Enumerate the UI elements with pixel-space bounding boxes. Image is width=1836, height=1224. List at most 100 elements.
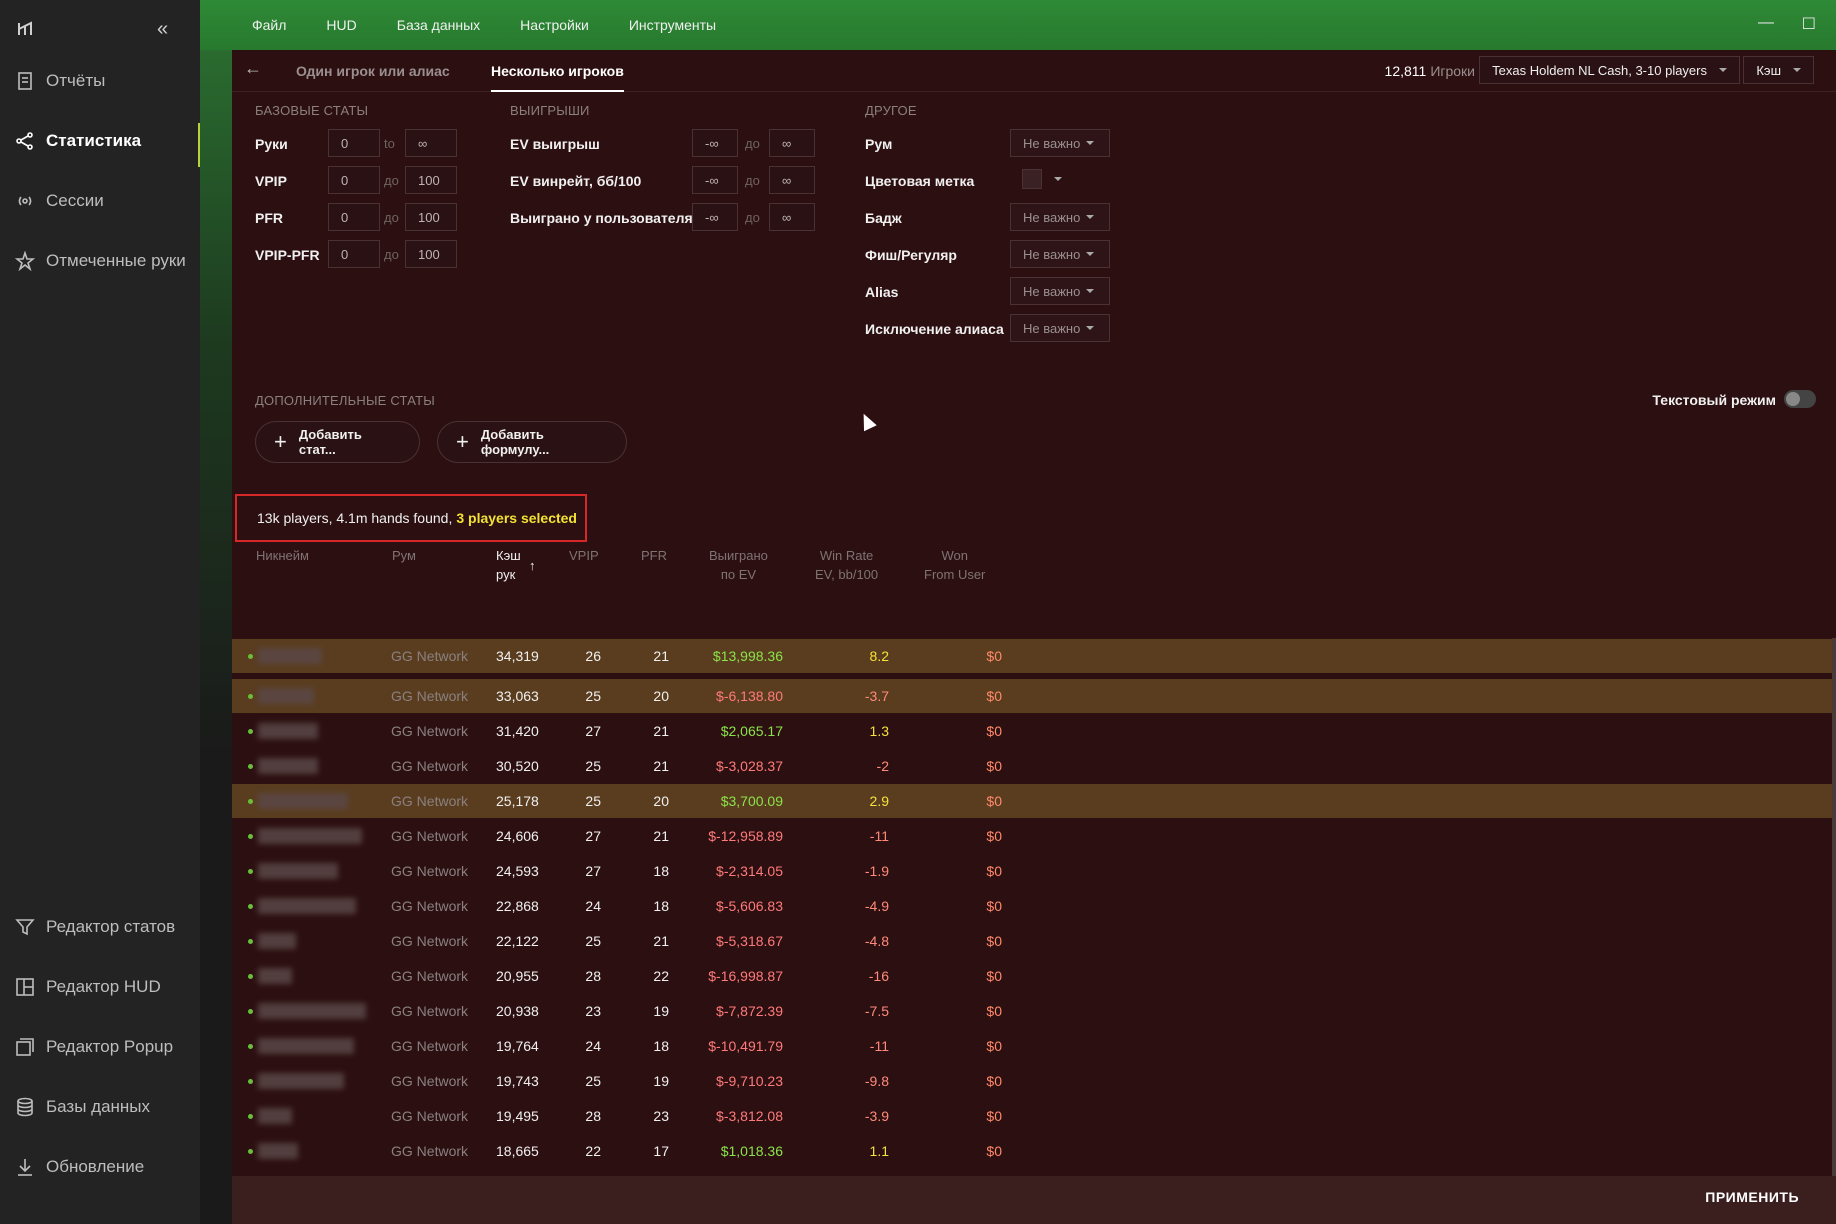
filter-ev-won-from[interactable]: -∞ bbox=[692, 129, 738, 157]
filter-ev-won-to[interactable]: ∞ bbox=[769, 129, 815, 157]
sidebar-item-sessions[interactable]: Сессии bbox=[0, 179, 200, 223]
results-count: 13k players, 4.1m hands found, bbox=[257, 510, 453, 526]
back-arrow-icon[interactable]: ← bbox=[244, 58, 262, 79]
table-row[interactable]: GG Network 25,178 25 20 $3,700.09 2.9 $0 bbox=[232, 784, 1836, 818]
menu-settings[interactable]: Настройки bbox=[520, 17, 589, 33]
table-row[interactable]: GG Network 19,495 28 23 $-3,812.08 -3.9 $0 bbox=[232, 1099, 1836, 1133]
sidebar-item-label: Редактор статов bbox=[46, 917, 176, 936]
mouse-cursor-icon bbox=[857, 410, 877, 432]
cell-won-ev: $2,065.17 bbox=[720, 723, 783, 739]
add-formula-button[interactable]: + Добавить формулу... bbox=[437, 421, 627, 463]
alias-dropdown[interactable]: Не важно bbox=[1010, 277, 1110, 305]
cell-won-from-user: $0 bbox=[986, 828, 1002, 844]
sidebar-item-update[interactable]: Обновление bbox=[0, 1145, 200, 1189]
filter-vpip-to[interactable]: 100 bbox=[405, 166, 457, 194]
filter-label-ev-won: EV выигрыш bbox=[510, 136, 600, 152]
marked-hands-icon bbox=[14, 250, 36, 272]
sidebar-item-hud-editor[interactable]: Редактор HUD bbox=[0, 965, 200, 1009]
cell-won-from-user: $0 bbox=[986, 1003, 1002, 1019]
col-won-ev[interactable]: Выиграно по EV bbox=[709, 546, 768, 584]
menu-file[interactable]: Файл bbox=[252, 17, 286, 33]
blurred-nickname bbox=[258, 933, 296, 949]
cell-hands: 19,495 bbox=[496, 1108, 539, 1124]
table-row[interactable]: GG Network 20,938 23 19 $-7,872.39 -7.5 $0 bbox=[232, 994, 1836, 1028]
table-row[interactable]: GG Network 34,319 26 21 $13,998.36 8.2 $0 bbox=[232, 639, 1836, 673]
col-nickname[interactable]: Никнейм bbox=[256, 546, 309, 565]
filter-vpip-pfr-from[interactable]: 0 bbox=[328, 240, 380, 268]
add-stat-button[interactable]: + Добавить стат... bbox=[255, 421, 420, 463]
fish-reg-dropdown[interactable]: Не важно bbox=[1010, 240, 1110, 268]
results-summary: 13k players, 4.1m hands found, 3 players … bbox=[235, 494, 587, 542]
cell-vpip: 27 bbox=[585, 863, 601, 879]
cell-won-ev: $-16,998.87 bbox=[708, 968, 783, 984]
chevron-down-icon[interactable] bbox=[1054, 177, 1062, 181]
cell-vpip: 27 bbox=[585, 723, 601, 739]
badge-dropdown[interactable]: Не важно bbox=[1010, 203, 1110, 231]
minimize-icon[interactable]: — bbox=[1758, 14, 1774, 32]
game-type-select[interactable]: Texas Holdem NL Cash, 3-10 players bbox=[1479, 56, 1740, 84]
sidebar-item-marked-hands[interactable]: Отмеченные руки bbox=[0, 239, 200, 283]
col-room[interactable]: Рум bbox=[392, 546, 416, 565]
color-mark-swatch[interactable] bbox=[1022, 169, 1042, 189]
filter-hands-from[interactable]: 0 bbox=[328, 129, 380, 157]
col-won-from-user[interactable]: Won From User bbox=[924, 546, 985, 584]
table-row[interactable]: GG Network 31,420 27 21 $2,065.17 1.3 $0 bbox=[232, 714, 1836, 748]
filter-pfr-from[interactable]: 0 bbox=[328, 203, 380, 231]
cell-hands: 19,743 bbox=[496, 1073, 539, 1089]
cell-won-from-user: $0 bbox=[986, 688, 1002, 704]
cell-winrate: -4.9 bbox=[864, 898, 889, 914]
online-status-icon bbox=[248, 694, 253, 699]
table-row[interactable]: GG Network 22,868 24 18 $-5,606.83 -4.9 $0 bbox=[232, 889, 1836, 923]
sidebar-item-label: Отчёты bbox=[46, 71, 106, 90]
room-dropdown[interactable]: Не важно bbox=[1010, 129, 1110, 157]
col-cash-hands[interactable]: Кэш рук ↑ bbox=[496, 546, 536, 584]
col-pfr[interactable]: PFR bbox=[641, 546, 667, 565]
alias-exclusion-dropdown[interactable]: Не важно bbox=[1010, 314, 1110, 342]
tab-single-player[interactable]: Один игрок или алиас bbox=[296, 63, 450, 79]
table-row[interactable]: GG Network 24,593 27 18 $-2,314.05 -1.9 $0 bbox=[232, 854, 1836, 888]
sidebar-item-statistics[interactable]: Статистика bbox=[0, 119, 200, 167]
cell-winrate: 2.9 bbox=[869, 793, 889, 809]
menu-tools[interactable]: Инструменты bbox=[629, 17, 716, 33]
sidebar-item-databases[interactable]: Базы данных bbox=[0, 1085, 200, 1129]
filter-vpip-pfr-to[interactable]: 100 bbox=[405, 240, 457, 268]
cell-pfr: 21 bbox=[653, 933, 669, 949]
sidebar-item-reports[interactable]: Отчёты bbox=[0, 59, 200, 103]
collapse-sidebar-icon[interactable]: « bbox=[157, 18, 168, 41]
table-row[interactable]: GG Network 19,743 25 19 $-9,710.23 -9.8 $0 bbox=[232, 1064, 1836, 1098]
filter-vpip-from[interactable]: 0 bbox=[328, 166, 380, 194]
menu-database[interactable]: База данных bbox=[397, 17, 480, 33]
table-row[interactable]: GG Network 24,606 27 21 $-12,958.89 -11 $0 bbox=[232, 819, 1836, 853]
table-row[interactable]: GG Network 22,122 25 21 $-5,318.67 -4.8 $0 bbox=[232, 924, 1836, 958]
filter-ev-winrate-to[interactable]: ∞ bbox=[769, 166, 815, 194]
table-row[interactable]: GG Network 19,764 24 18 $-10,491.79 -11 $0 bbox=[232, 1029, 1836, 1063]
table-row[interactable]: GG Network 33,063 25 20 $-6,138.80 -3.7 $0 bbox=[232, 679, 1836, 713]
sidebar-item-stat-editor[interactable]: Редактор статов bbox=[0, 905, 200, 949]
maximize-icon[interactable]: ☐ bbox=[1802, 14, 1816, 34]
table-row[interactable]: GG Network 20,955 28 22 $-16,998.87 -16 $0 bbox=[232, 959, 1836, 993]
col-vpip[interactable]: VPIP bbox=[569, 546, 599, 565]
range-separator: до bbox=[384, 247, 399, 262]
cell-winrate: -3.9 bbox=[864, 1108, 889, 1124]
filter-ev-winrate-from[interactable]: -∞ bbox=[692, 166, 738, 194]
cell-room: GG Network bbox=[391, 688, 469, 704]
table-row[interactable]: GG Network 30,520 25 21 $-3,028.37 -2 $0 bbox=[232, 749, 1836, 783]
table-row[interactable]: GG Network 18,665 22 17 $1,018.36 1.1 $0 bbox=[232, 1134, 1836, 1168]
plus-icon: + bbox=[274, 429, 287, 454]
database-icon bbox=[14, 1096, 36, 1118]
filter-won-from-user-to[interactable]: ∞ bbox=[769, 203, 815, 231]
blurred-nickname bbox=[258, 793, 348, 809]
table-scrollbar[interactable] bbox=[1832, 638, 1836, 1178]
sidebar-item-label: Сессии bbox=[46, 191, 104, 210]
filter-won-from-user-from[interactable]: -∞ bbox=[692, 203, 738, 231]
menu-hud[interactable]: HUD bbox=[326, 17, 356, 33]
sidebar-item-popup-editor[interactable]: Редактор Popup bbox=[0, 1025, 200, 1069]
cell-vpip: 25 bbox=[585, 793, 601, 809]
tab-multiple-players[interactable]: Несколько игроков bbox=[491, 63, 624, 92]
text-mode-toggle[interactable] bbox=[1784, 390, 1816, 408]
mode-select[interactable]: Кэш bbox=[1743, 56, 1814, 84]
filter-pfr-to[interactable]: 100 bbox=[405, 203, 457, 231]
apply-button[interactable]: ПРИМЕНИТЬ bbox=[1705, 1189, 1799, 1205]
col-winrate[interactable]: Win Rate EV, bb/100 bbox=[815, 546, 878, 584]
filter-hands-to[interactable]: ∞ bbox=[405, 129, 457, 157]
